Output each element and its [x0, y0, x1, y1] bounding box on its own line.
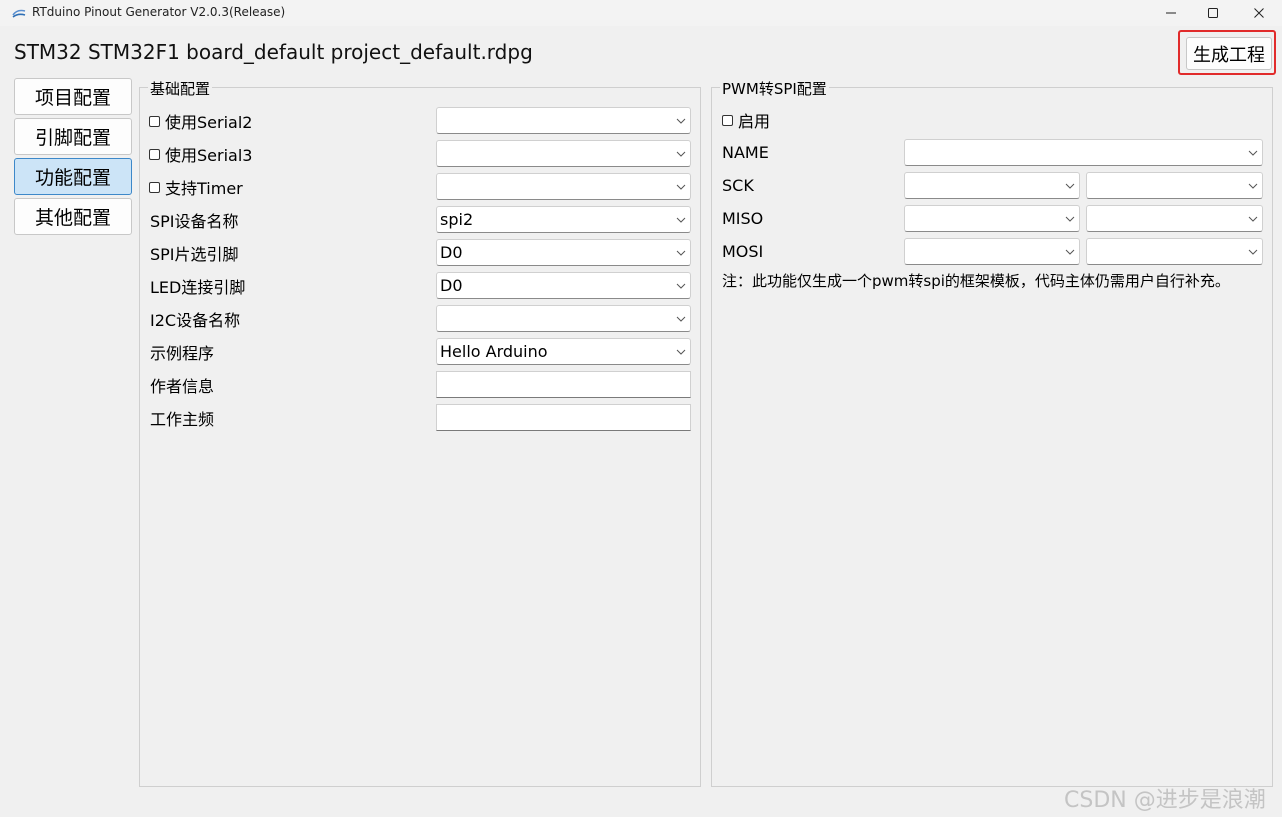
spi-cs-pin-label: SPI片选引脚 [150, 245, 239, 264]
sck-label: SCK [722, 175, 754, 195]
pwm-enable-label: 启用 [738, 112, 771, 131]
pwm-spi-title: PWM转SPI配置 [720, 78, 829, 99]
chevron-down-icon [672, 207, 690, 232]
basic-config-title: 基础配置 [148, 78, 213, 99]
serial3-select[interactable] [436, 140, 691, 167]
spi-cs-pin-select[interactable]: D0 [436, 239, 691, 266]
serial2-select[interactable] [436, 107, 691, 134]
example-program-select[interactable]: Hello Arduino [436, 338, 691, 365]
miso-pin-select[interactable] [1086, 205, 1263, 232]
serial3-label: 使用Serial3 [165, 146, 253, 165]
title-bar: RTduino Pinout Generator V2.0.3(Release) [0, 0, 1282, 26]
timer-label: 支持Timer [165, 179, 243, 198]
chevron-down-icon [672, 108, 690, 133]
chevron-down-icon [1061, 206, 1079, 231]
maximize-icon [1208, 8, 1218, 18]
nav-function-config[interactable]: 功能配置 [14, 158, 132, 195]
serial2-label: 使用Serial2 [165, 113, 253, 132]
chevron-down-icon [672, 240, 690, 265]
pwm-name-select[interactable] [904, 139, 1263, 166]
clock-freq-label: 工作主频 [150, 410, 215, 429]
watermark: CSDN @进步是浪潮 [1064, 788, 1266, 813]
chevron-down-icon [1244, 239, 1262, 264]
led-pin-select[interactable]: D0 [436, 272, 691, 299]
app-icon [12, 9, 26, 18]
serial3-checkbox-row[interactable]: 使用Serial3 [149, 141, 252, 167]
sck-pin-select[interactable] [1086, 172, 1263, 199]
serial3-checkbox[interactable] [149, 148, 160, 160]
pwm-enable-row[interactable]: 启用 [722, 107, 770, 133]
close-icon [1254, 8, 1264, 18]
timer-select[interactable] [436, 173, 691, 200]
mosi-label: MOSI [722, 241, 764, 261]
nav-project-config[interactable]: 项目配置 [14, 78, 132, 115]
pwm-spi-note: 注：此功能仅生成一个pwm转spi的框架模板，代码主体仍需用户自行补充。 [722, 272, 1230, 290]
chevron-down-icon [672, 174, 690, 199]
chevron-down-icon [672, 141, 690, 166]
maximize-button[interactable] [1190, 0, 1236, 26]
sck-port-select[interactable] [904, 172, 1080, 199]
window-title: RTduino Pinout Generator V2.0.3(Release) [32, 5, 286, 19]
chevron-down-icon [1061, 173, 1079, 198]
project-title: STM32 STM32F1 board_default project_defa… [14, 40, 533, 64]
i2c-device-select[interactable] [436, 305, 691, 332]
serial2-checkbox-row[interactable]: 使用Serial2 [149, 108, 252, 134]
author-info-label: 作者信息 [150, 377, 215, 396]
miso-port-select[interactable] [904, 205, 1080, 232]
timer-checkbox-row[interactable]: 支持Timer [149, 174, 243, 200]
chevron-down-icon [1061, 239, 1079, 264]
close-button[interactable] [1236, 0, 1282, 26]
spi-device-label: SPI设备名称 [150, 212, 239, 231]
chevron-down-icon [1244, 140, 1262, 165]
miso-label: MISO [722, 208, 764, 228]
timer-checkbox[interactable] [149, 181, 160, 193]
nav-other-config[interactable]: 其他配置 [14, 198, 132, 235]
serial2-checkbox[interactable] [149, 115, 160, 127]
chevron-down-icon [672, 273, 690, 298]
mosi-pin-select[interactable] [1086, 238, 1263, 265]
pwm-enable-checkbox[interactable] [722, 114, 733, 126]
led-pin-label: LED连接引脚 [150, 278, 246, 297]
chevron-down-icon [672, 306, 690, 331]
chevron-down-icon [1244, 206, 1262, 231]
mosi-port-select[interactable] [904, 238, 1080, 265]
clock-freq-input[interactable] [436, 404, 691, 431]
chevron-down-icon [1244, 173, 1262, 198]
author-info-input[interactable] [436, 371, 691, 398]
chevron-down-icon [672, 339, 690, 364]
generate-project-button[interactable]: 生成工程 [1186, 37, 1272, 70]
pwm-name-label: NAME [722, 142, 769, 162]
minimize-icon [1166, 12, 1176, 14]
i2c-device-label: I2C设备名称 [150, 311, 241, 330]
spi-device-select[interactable]: spi2 [436, 206, 691, 233]
minimize-button[interactable] [1148, 0, 1194, 26]
nav-pin-config[interactable]: 引脚配置 [14, 118, 132, 155]
example-program-label: 示例程序 [150, 344, 215, 363]
